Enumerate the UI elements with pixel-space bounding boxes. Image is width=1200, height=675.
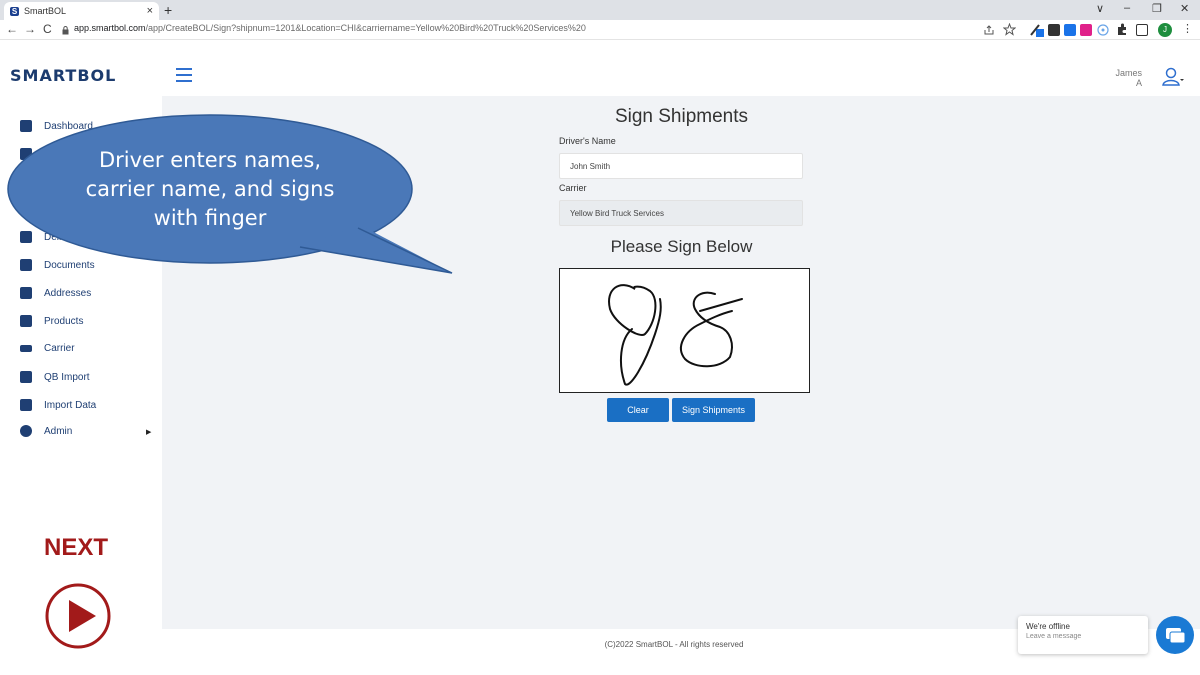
sign-heading: Please Sign Below <box>610 237 753 256</box>
signature-stroke <box>608 284 743 386</box>
user-first-name: James <box>1115 68 1142 78</box>
callout-line: carrier name, and signs <box>85 177 335 201</box>
callout-line: with finger <box>153 206 267 230</box>
products-icon <box>20 315 32 327</box>
sidebar-item-label: Admin <box>44 425 73 437</box>
user-initial: A <box>1135 78 1142 88</box>
callout-text: Driver enters names, carrier name, and s… <box>60 146 360 233</box>
carrier-label: Carrier <box>559 183 587 193</box>
sidebar-item-label: Products <box>44 315 84 327</box>
callout-bubble <box>7 114 453 274</box>
side-panel-icon[interactable] <box>1136 24 1148 36</box>
tab-search-icon[interactable]: ∨ <box>1096 2 1104 15</box>
minimize-button[interactable]: – <box>1124 2 1130 14</box>
extension-window-icon[interactable] <box>1064 24 1076 36</box>
sign-shipments-button[interactable]: Sign Shipments <box>672 398 755 422</box>
signature-pad[interactable] <box>559 268 810 393</box>
admin-icon <box>20 425 32 437</box>
sidebar-item-admin[interactable]: Admin <box>20 425 72 437</box>
clear-button[interactable]: Clear <box>607 398 669 422</box>
profile-avatar-icon[interactable]: J <box>1158 23 1172 37</box>
sidebar-item-label: Carrier <box>44 343 75 354</box>
play-next-button[interactable] <box>44 582 112 650</box>
next-label[interactable]: NEXT <box>44 534 108 562</box>
import-icon <box>20 371 32 383</box>
bookmark-star-icon[interactable] <box>1003 23 1016 36</box>
callout-line: Driver enters names, <box>98 148 322 172</box>
carrier-input[interactable]: Yellow Bird Truck Services <box>559 200 803 226</box>
chat-launcher-button[interactable] <box>1156 616 1194 654</box>
sidebar-item-carrier[interactable]: Carrier <box>20 343 75 354</box>
extension-circle-icon[interactable] <box>1097 24 1109 36</box>
sidebar-item-import-data[interactable]: Import Data <box>20 399 96 411</box>
sidebar-item-label: Import Data <box>44 399 97 411</box>
admin-expand-icon[interactable]: ▶ <box>146 428 151 436</box>
extensions-puzzle-icon[interactable] <box>1116 23 1128 36</box>
driver-name-label: Driver's Name <box>559 136 616 146</box>
restore-button[interactable]: ❐ <box>1152 2 1162 15</box>
extension-dollar-icon[interactable] <box>1080 24 1092 36</box>
page-title: Sign Shipments <box>614 106 749 127</box>
share-icon[interactable] <box>983 24 995 36</box>
truck-icon <box>20 345 32 352</box>
import-icon <box>20 399 32 411</box>
user-name: James A <box>1115 68 1142 88</box>
extension-box-icon[interactable] <box>1048 24 1060 36</box>
sidebar-item-products[interactable]: Products <box>20 315 83 327</box>
extension-pen-icon[interactable] <box>1030 23 1044 37</box>
user-account-icon[interactable] <box>1162 66 1184 88</box>
sidebar-item-qb-import[interactable]: QB Import <box>20 371 90 383</box>
chat-status: We're offline <box>1026 622 1070 631</box>
chat-bubble-icon <box>1166 628 1186 644</box>
driver-name-input[interactable]: John Smith <box>559 153 803 179</box>
chat-prompt: Leave a message <box>1026 633 1082 640</box>
chat-status-box[interactable]: We're offline Leave a message <box>1018 616 1148 654</box>
sidebar-item-label: QB Import <box>44 371 90 383</box>
close-window-button[interactable]: ✕ <box>1180 2 1189 15</box>
browser-menu-icon[interactable]: ⋮ <box>1182 22 1193 35</box>
